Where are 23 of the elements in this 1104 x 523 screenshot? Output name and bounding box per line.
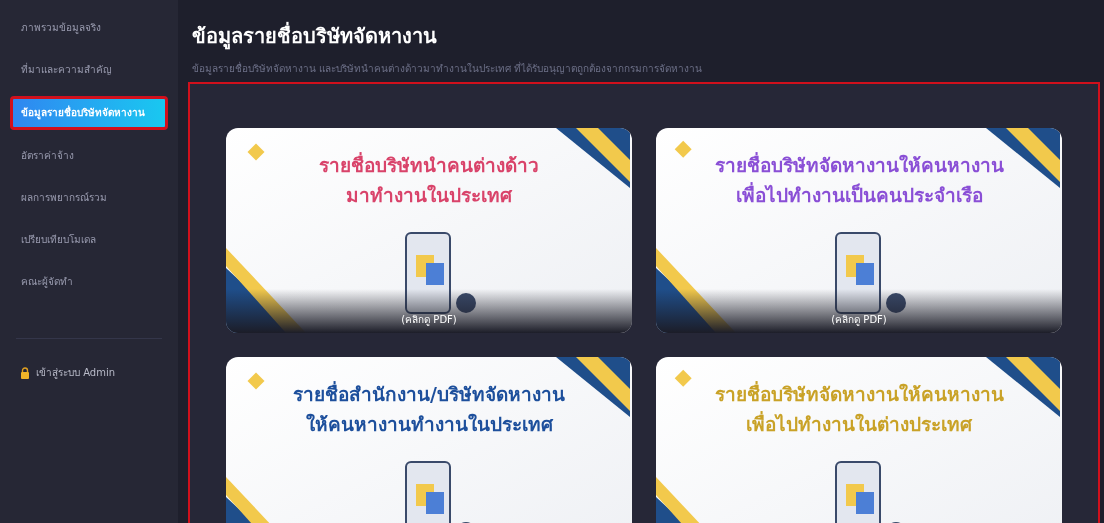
- lock-icon: [20, 366, 30, 379]
- document-card[interactable]: รายชื่อสำนักงาน/บริษัทจัดหางาน ให้คนหางานทำงานในประเทศ: [226, 357, 632, 523]
- card-caption: (คลิกดู PDF): [656, 289, 1062, 333]
- sidebar-item[interactable]: คณะผู้จัดทำ: [10, 262, 168, 302]
- page-subtitle: ข้อมูลรายชื่อบริษัทจัดหางาน และบริษัทนำคนต่างด้าวมาทำงานในประเทศ ที่ได้รับอนุญาตถูกต้องจากกรมการจัดหางาน: [192, 61, 704, 76]
- banner-title: เพื่อไปทำงานในต่างประเทศ: [746, 410, 972, 437]
- admin-login-link[interactable]: เข้าสู่ระบบ Admin: [20, 365, 158, 380]
- document-card[interactable]: รายชื่อบริษัทจัดหางานให้คนหางาน เพื่อไปทำงานเป็นคนประจำเรือ (คลิกดู PDF): [656, 128, 1062, 333]
- banner-title: มาทำงานในประเทศ: [346, 183, 512, 208]
- banner-title: รายชื่อบริษัทจัดหางานให้คนหางาน: [714, 151, 1004, 178]
- sidebar-item[interactable]: ที่มาและความสำคัญ: [10, 50, 168, 90]
- card-caption: (คลิกดู PDF): [226, 289, 632, 333]
- page-title: ข้อมูลรายชื่อบริษัทจัดหางาน: [192, 24, 438, 49]
- banner-title: รายชื่อสำนักงาน/บริษัทจัดหางาน: [293, 380, 565, 407]
- document-card[interactable]: รายชื่อบริษัทนำคนต่างด้าว มาทำงานในประเทศ (คลิกดู PDF): [226, 128, 632, 333]
- banner-title: รายชื่อบริษัทนำคนต่างด้าว: [319, 151, 539, 178]
- banner-title: ให้คนหางานทำงานในประเทศ: [305, 412, 553, 437]
- sidebar-item[interactable]: ภาพรวมข้อมูลจริง: [10, 8, 168, 48]
- sidebar-item[interactable]: ผลการพยากรณ์รวม: [10, 178, 168, 218]
- banner-title: เพื่อไปทำงานเป็นคนประจำเรือ: [735, 181, 983, 208]
- banner-title: รายชื่อบริษัทจัดหางานให้คนหางาน: [714, 380, 1004, 407]
- sidebar-item[interactable]: อัตราค่าจ้าง: [10, 136, 168, 176]
- sidebar-item[interactable]: เปรียบเทียบโมเดล: [10, 220, 168, 260]
